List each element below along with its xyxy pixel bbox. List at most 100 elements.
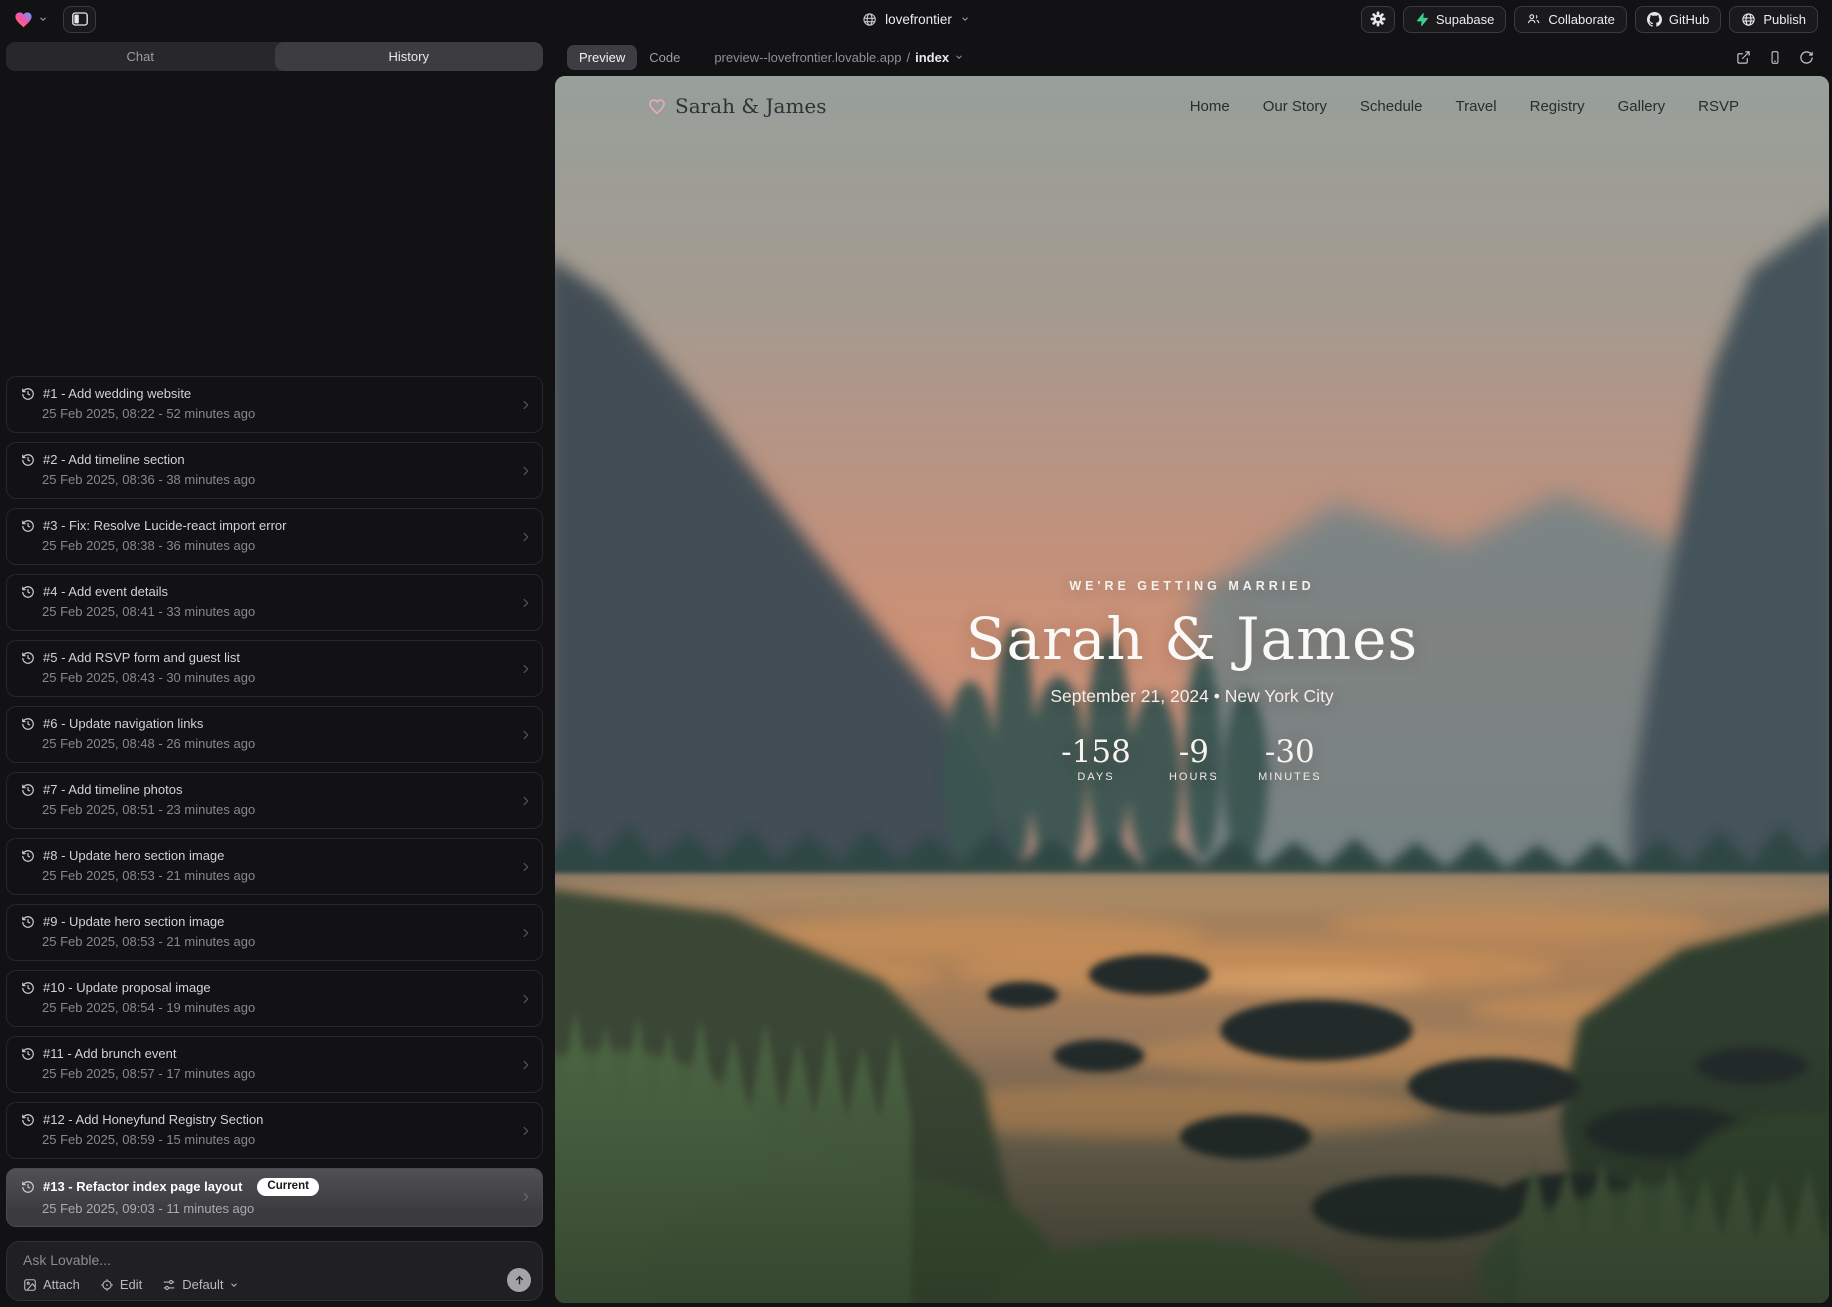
lovable-logo-icon[interactable] [14,11,33,28]
chevron-right-icon [519,662,532,675]
ask-lovable-input[interactable] [23,1252,453,1274]
chevron-right-icon [519,926,532,939]
history-item[interactable]: #10 - Update proposal image 25 Feb 2025,… [6,970,543,1027]
history-item-timestamp: 25 Feb 2025, 08:51 - 23 minutes ago [42,802,512,817]
site-nav-link[interactable]: Gallery [1618,98,1666,115]
collaborate-label: Collaborate [1548,12,1615,27]
history-item-title: #3 - Fix: Resolve Lucide-react import er… [43,518,286,533]
countdown-label: DAYS [1077,771,1114,783]
history-item-title: #10 - Update proposal image [43,980,211,995]
site-nav-link[interactable]: Registry [1530,98,1585,115]
url-separator: / [906,50,910,65]
github-button[interactable]: GitHub [1635,6,1721,33]
history-item-timestamp: 25 Feb 2025, 08:59 - 15 minutes ago [42,1132,512,1147]
site-logo[interactable]: Sarah & James [648,94,827,118]
hero-section: WE'RE GETTING MARRIED Sarah & James Sept… [555,579,1829,783]
chevron-right-icon [519,794,532,807]
edit-label: Edit [120,1277,142,1292]
refresh-button[interactable] [1799,50,1814,65]
history-clock-icon [21,915,35,929]
preview-url[interactable]: preview--lovefrontier.lovable.app / inde… [714,50,964,65]
supabase-button[interactable]: Supabase [1403,6,1507,33]
history-item[interactable]: #12 - Add Honeyfund Registry Section 25 … [6,1102,543,1159]
chevron-right-icon [519,1124,532,1137]
history-item[interactable]: #7 - Add timeline photos 25 Feb 2025, 08… [6,772,543,829]
tab-chat[interactable]: Chat [6,42,275,71]
site-nav-link[interactable]: RSVP [1698,98,1739,115]
history-item[interactable]: #2 - Add timeline section 25 Feb 2025, 0… [6,442,543,499]
chat-sidebar: Chat History #1 - Add wedding website 25… [0,38,549,1307]
chevron-right-icon [519,1058,532,1071]
attach-button[interactable]: Attach [23,1277,80,1292]
history-item[interactable]: #11 - Add brunch event 25 Feb 2025, 08:5… [6,1036,543,1093]
mobile-view-button[interactable] [1768,50,1782,65]
chevron-right-icon [519,1191,532,1204]
sidebar-toggle-button[interactable] [63,6,96,33]
history-clock-icon [21,651,35,665]
default-mode-button[interactable]: Default [162,1277,239,1292]
hero-title: Sarah & James [966,605,1418,673]
chevron-right-icon [519,728,532,741]
history-clock-icon [21,585,35,599]
history-item-title: #6 - Update navigation links [43,716,203,731]
project-name: lovefrontier [885,12,952,27]
countdown-unit: -30 MINUTES [1257,734,1323,783]
tab-history[interactable]: History [275,42,544,71]
history-clock-icon [21,981,35,995]
site-nav-link[interactable]: Our Story [1263,98,1327,115]
history-item-title: #2 - Add timeline section [43,452,185,467]
history-item[interactable]: #4 - Add event details 25 Feb 2025, 08:4… [6,574,543,631]
supabase-label: Supabase [1436,12,1495,27]
countdown-value: -30 [1265,734,1315,770]
site-nav-link[interactable]: Travel [1455,98,1496,115]
history-item-timestamp: 25 Feb 2025, 08:53 - 21 minutes ago [42,934,512,949]
history-item-timestamp: 25 Feb 2025, 08:54 - 19 minutes ago [42,1000,512,1015]
chevron-down-icon [960,14,970,24]
hero-date-location: September 21, 2024 • New York City [1050,686,1333,707]
settings-button[interactable] [1361,6,1395,33]
history-item-title: #7 - Add timeline photos [43,782,182,797]
globe-icon [862,12,877,27]
history-item-timestamp: 25 Feb 2025, 08:48 - 26 minutes ago [42,736,512,751]
site-nav-link[interactable]: Schedule [1360,98,1423,115]
github-label: GitHub [1669,12,1709,27]
history-item-title: #11 - Add brunch event [43,1046,176,1061]
history-clock-icon [21,849,35,863]
history-item[interactable]: #6 - Update navigation links 25 Feb 2025… [6,706,543,763]
history-clock-icon [21,387,35,401]
history-item-timestamp: 25 Feb 2025, 08:53 - 21 minutes ago [42,868,512,883]
send-button[interactable] [507,1268,531,1292]
history-item[interactable]: #1 - Add wedding website 25 Feb 2025, 08… [6,376,543,433]
history-item[interactable]: #8 - Update hero section image 25 Feb 20… [6,838,543,895]
collaborate-button[interactable]: Collaborate [1514,6,1627,33]
site-logo-text: Sarah & James [675,94,827,118]
prompt-composer[interactable]: Attach Edit Default [6,1241,543,1301]
history-item[interactable]: #5 - Add RSVP form and guest list 25 Feb… [6,640,543,697]
tab-preview[interactable]: Preview [567,45,637,70]
edit-button[interactable]: Edit [100,1277,142,1292]
history-item[interactable]: #9 - Update hero section image 25 Feb 20… [6,904,543,961]
publish-button[interactable]: Publish [1729,6,1818,33]
countdown-label: MINUTES [1258,771,1322,783]
github-icon [1647,12,1662,27]
history-item-timestamp: 25 Feb 2025, 08:41 - 33 minutes ago [42,604,512,619]
site-nav: Home Our Story Schedule Travel Registry Galle… [1190,98,1739,115]
gear-icon [1370,11,1386,27]
history-item[interactable]: #13 - Refactor index page layout Current… [6,1168,543,1227]
project-switcher[interactable]: lovefrontier [862,0,970,38]
history-item[interactable]: #3 - Fix: Resolve Lucide-react import er… [6,508,543,565]
supabase-icon [1415,12,1429,27]
history-clock-icon [21,1180,35,1194]
site-nav-link[interactable]: Home [1190,98,1230,115]
history-clock-icon [21,1113,35,1127]
countdown-label: HOURS [1169,771,1219,783]
chevron-down-icon[interactable] [38,14,48,24]
chevron-right-icon [519,860,532,873]
site-preview-viewport: Sarah & James Home Our Story Schedule Trave… [555,76,1829,1303]
tab-code[interactable]: Code [637,45,692,70]
history-item-timestamp: 25 Feb 2025, 08:36 - 38 minutes ago [42,472,512,487]
open-in-new-window-button[interactable] [1736,50,1751,65]
sidebar-tabs: Chat History [6,42,543,71]
chevron-right-icon [519,992,532,1005]
image-icon [23,1278,37,1292]
